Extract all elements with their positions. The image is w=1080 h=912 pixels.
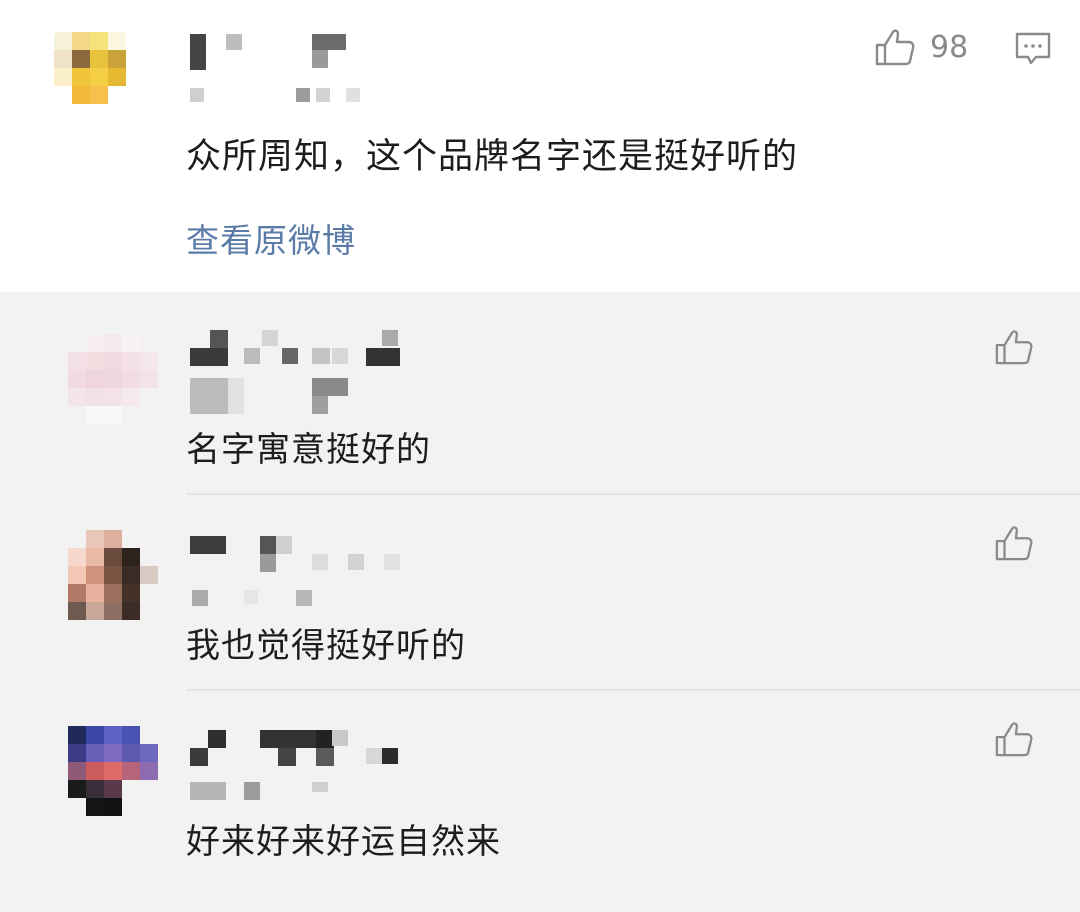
thumbs-up-icon[interactable]	[994, 328, 1034, 366]
divider	[186, 689, 1080, 691]
thumbs-up-icon[interactable]	[994, 720, 1034, 758]
view-original-link[interactable]: 查看原微博	[186, 214, 356, 262]
avatar[interactable]	[68, 530, 158, 620]
main-comment: 众所周知，这个品牌名字还是挺好听的 查看原微博 98	[0, 0, 1080, 292]
comment-text: 众所周知，这个品牌名字还是挺好听的	[186, 137, 799, 177]
like-count: 98	[930, 29, 969, 65]
reply-comment: 名字寓意挺好的	[0, 300, 1080, 495]
divider	[186, 493, 1080, 495]
comment-text: 名字寓意挺好的	[186, 430, 431, 470]
username-redacted[interactable]	[186, 34, 376, 106]
thumbs-up-icon	[875, 29, 915, 66]
comment-text: 好来好来好运自然来	[186, 822, 501, 862]
username-redacted[interactable]	[190, 330, 410, 414]
avatar[interactable]	[54, 32, 126, 104]
comment-bubble-icon[interactable]	[1014, 30, 1052, 68]
reply-comment: 好来好来好运自然来	[0, 692, 1080, 887]
comment-text: 我也觉得挺好听的	[186, 626, 466, 666]
username-redacted[interactable]	[190, 730, 410, 804]
avatar[interactable]	[68, 334, 158, 424]
reply-comment: 我也觉得挺好听的	[0, 496, 1080, 691]
like-button[interactable]: 98	[874, 26, 968, 68]
thumbs-up-icon[interactable]	[994, 524, 1034, 562]
username-redacted[interactable]	[190, 536, 410, 610]
avatar[interactable]	[68, 726, 158, 816]
